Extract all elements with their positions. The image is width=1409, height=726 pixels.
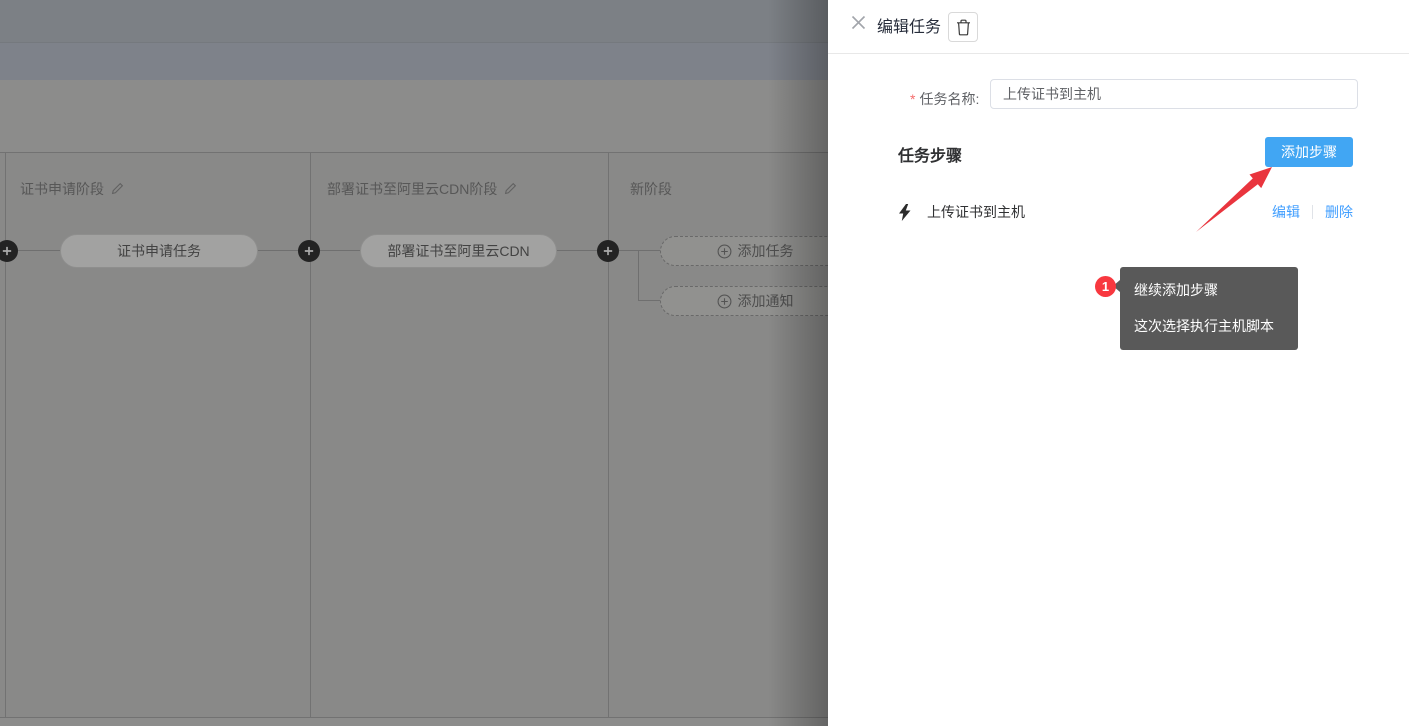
delete-task-button[interactable]	[948, 12, 978, 42]
connector-line	[638, 300, 660, 301]
toolbar-strip	[0, 80, 828, 152]
circle-plus-icon	[717, 244, 732, 259]
stage-title-text: 证书申请阶段	[20, 179, 104, 199]
required-mark: *	[910, 91, 915, 107]
add-stage-node-button[interactable]	[298, 240, 320, 262]
connector-line	[18, 250, 60, 251]
canvas-footer-strip	[0, 717, 828, 726]
stage-divider	[5, 152, 6, 717]
stage-divider	[310, 152, 311, 717]
stage-title-text: 部署证书至阿里云CDN阶段	[327, 179, 497, 199]
stage-divider	[608, 152, 609, 717]
drawer-header: 编辑任务	[828, 0, 1409, 54]
tooltip-line2: 这次选择执行主机脚本	[1134, 316, 1284, 336]
edit-task-drawer: 编辑任务 *任务名称: 任务步骤 添加步骤 上传证书到主机 编辑 删除 1 继续…	[828, 0, 1409, 726]
lightning-icon	[898, 204, 912, 221]
close-icon[interactable]	[851, 15, 867, 31]
drawer-edge-shadow	[768, 0, 828, 726]
connector-line	[557, 250, 597, 251]
task-name-input[interactable]	[990, 79, 1358, 109]
stage-title-text: 新阶段	[630, 179, 672, 199]
plus-icon	[304, 246, 314, 256]
tooltip-line1: 继续添加步骤	[1134, 280, 1284, 300]
task-node-label: 部署证书至阿里云CDN	[387, 241, 529, 261]
drawer-title: 编辑任务	[877, 13, 941, 37]
annotation-tooltip: 继续添加步骤 这次选择执行主机脚本	[1120, 267, 1298, 350]
step-edit-link[interactable]: 编辑	[1272, 202, 1300, 222]
task-steps-heading: 任务步骤	[898, 142, 962, 166]
trash-icon	[956, 19, 971, 36]
task-node-label: 证书申请任务	[117, 241, 201, 261]
add-stage-node-button[interactable]	[597, 240, 619, 262]
step-name: 上传证书到主机	[927, 202, 1272, 222]
workflow-canvas: 证书申请阶段 部署证书至阿里云CDN阶段 新阶段 证书申请任务 部署证书至阿里云…	[0, 0, 828, 726]
top-header-bar	[0, 0, 828, 42]
task-node-deploy-cdn[interactable]: 部署证书至阿里云CDN	[360, 234, 557, 268]
add-step-button[interactable]: 添加步骤	[1265, 137, 1353, 167]
circle-plus-icon	[717, 294, 732, 309]
sub-header-bar	[0, 42, 828, 80]
connector-line	[619, 250, 660, 251]
task-name-label: *任务名称:	[910, 89, 979, 109]
step-delete-link[interactable]: 删除	[1325, 202, 1353, 222]
stage-header-cert-apply: 证书申请阶段	[20, 180, 124, 197]
step-row: 上传证书到主机 编辑 删除	[898, 196, 1353, 228]
edit-pencil-icon[interactable]	[111, 182, 124, 195]
task-node-cert-apply[interactable]: 证书申请任务	[60, 234, 258, 268]
stage-header-deploy-cdn: 部署证书至阿里云CDN阶段	[327, 180, 517, 197]
edit-pencil-icon[interactable]	[504, 182, 517, 195]
connector-branch-line	[638, 251, 639, 301]
plus-icon	[2, 246, 12, 256]
link-divider	[1312, 205, 1313, 219]
connector-line	[258, 250, 298, 251]
connector-line	[320, 250, 360, 251]
annotation-step-badge: 1	[1095, 276, 1116, 297]
plus-icon	[603, 246, 613, 256]
stage-header-new-stage: 新阶段	[630, 180, 672, 197]
